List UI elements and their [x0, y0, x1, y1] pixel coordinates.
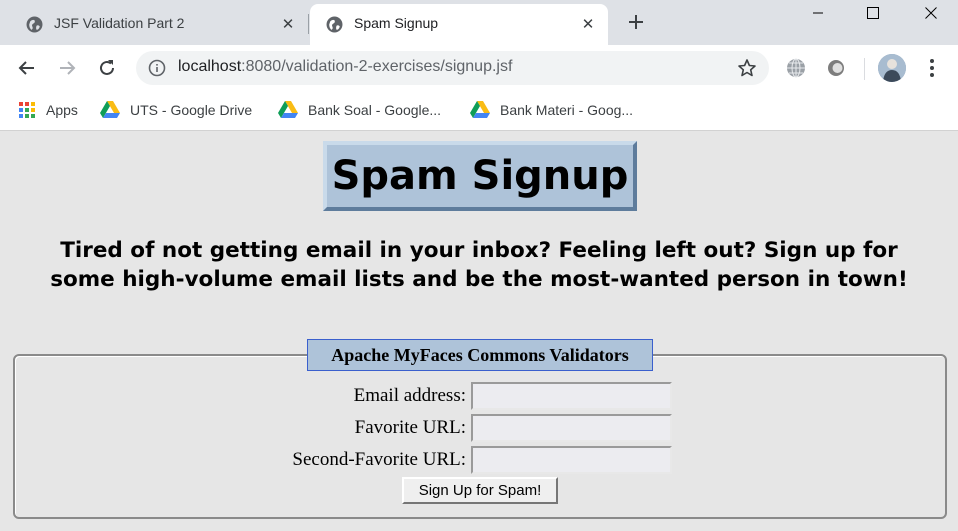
ring-extension-icon[interactable]: [825, 57, 847, 79]
profile-photo-icon: [878, 54, 906, 82]
close-icon[interactable]: ✕: [278, 14, 298, 34]
url-text: localhost:8080/validation-2-exercises/si…: [178, 58, 512, 76]
tab-jsf-validation[interactable]: JSF Validation Part 2 ✕: [10, 4, 308, 45]
globe-icon: [26, 16, 43, 33]
bookmark-apps[interactable]: Apps: [18, 99, 78, 121]
email-field[interactable]: [471, 382, 672, 410]
bookmark-label: Bank Soal - Google...: [308, 102, 442, 118]
tab-strip: JSF Validation Part 2 ✕ Spam Signup ✕: [0, 0, 958, 45]
reload-button[interactable]: [93, 54, 121, 82]
arrow-right-icon: [60, 61, 76, 75]
globe-extension-icon[interactable]: [785, 57, 807, 79]
browser-toolbar: localhost:8080/validation-2-exercises/si…: [0, 45, 958, 91]
forward-button[interactable]: [53, 54, 81, 82]
google-drive-icon: [470, 101, 490, 118]
intro-text: Tired of not getting email in your inbox…: [0, 236, 958, 294]
fieldset-legend: Apache MyFaces Commons Validators: [307, 339, 653, 371]
maximize-button[interactable]: [850, 0, 896, 26]
address-bar[interactable]: localhost:8080/validation-2-exercises/si…: [136, 51, 769, 85]
email-label: Email address:: [353, 385, 466, 406]
favorite-url-row: Favorite URL:: [0, 414, 958, 442]
avatar[interactable]: [878, 54, 906, 82]
tab-separator: [308, 14, 309, 34]
page-title: Spam Signup: [323, 141, 637, 211]
tab-title: Spam Signup: [354, 15, 439, 31]
toolbar-divider: [864, 58, 865, 80]
more-vert-icon[interactable]: [920, 55, 944, 81]
bookmarks-bar: Apps UTS - Google Drive Bank Soal - Goog…: [0, 91, 958, 131]
info-icon[interactable]: [148, 59, 166, 77]
globe-icon: [326, 16, 343, 33]
google-drive-icon: [100, 101, 120, 118]
apps-grid-icon: [19, 102, 35, 118]
bookmark-label: UTS - Google Drive: [130, 102, 253, 118]
page-content: Spam Signup Tired of not getting email i…: [0, 132, 958, 531]
intro-line-1: Tired of not getting email in your inbox…: [60, 238, 898, 263]
url-path: :8080/validation-2-exercises/signup.jsf: [241, 58, 513, 75]
url-host: localhost: [178, 58, 242, 75]
favorite-url-field[interactable]: [471, 414, 672, 442]
back-button[interactable]: [13, 54, 41, 82]
arrow-left-icon: [18, 61, 34, 75]
minimize-icon: [813, 12, 823, 14]
favorite-url-label: Favorite URL:: [354, 417, 466, 438]
sign-up-button[interactable]: Sign Up for Spam!: [402, 477, 558, 504]
bookmark-uts-drive[interactable]: UTS - Google Drive: [100, 99, 252, 121]
email-row: Email address:: [0, 382, 958, 410]
bookmark-label: Bank Materi - Goog...: [500, 102, 634, 118]
bookmark-bank-materi[interactable]: Bank Materi - Goog...: [470, 99, 633, 121]
minimize-button[interactable]: [795, 0, 841, 26]
second-favorite-url-row: Second-Favorite URL:: [0, 446, 958, 474]
star-icon[interactable]: [737, 58, 757, 78]
close-icon[interactable]: ✕: [578, 14, 598, 34]
second-favorite-url-label: Second-Favorite URL:: [292, 449, 466, 470]
plus-icon: [629, 15, 643, 29]
maximize-icon: [867, 7, 879, 19]
tab-title: JSF Validation Part 2: [54, 15, 185, 31]
second-favorite-url-field[interactable]: [471, 446, 672, 474]
bookmark-bank-soal[interactable]: Bank Soal - Google...: [278, 99, 441, 121]
window-close-button[interactable]: [908, 0, 954, 26]
close-icon: [925, 7, 937, 19]
bookmark-label: Apps: [46, 102, 78, 118]
new-tab-button[interactable]: [624, 10, 648, 34]
intro-line-2: some high-volume email lists and be the …: [50, 267, 908, 292]
reload-icon: [100, 60, 114, 75]
google-drive-icon: [278, 101, 298, 118]
tab-spam-signup[interactable]: Spam Signup ✕: [310, 4, 608, 45]
